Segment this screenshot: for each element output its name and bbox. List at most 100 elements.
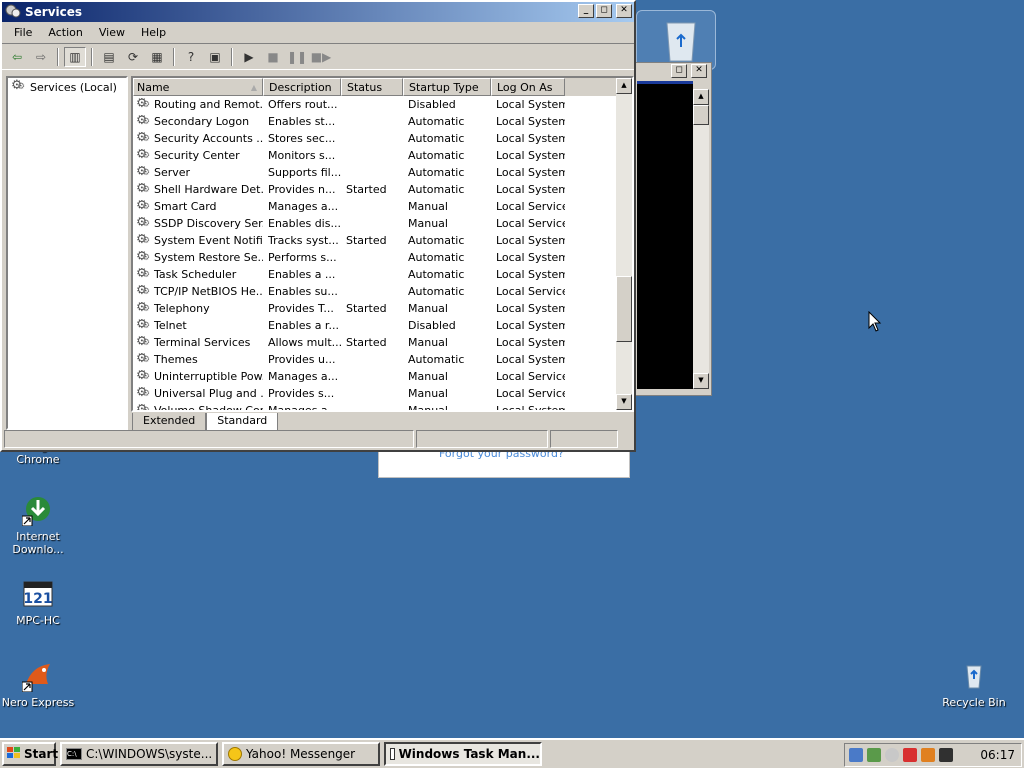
scroll-down-icon[interactable]: ▼ bbox=[616, 394, 632, 410]
antivirus-icon[interactable] bbox=[903, 748, 917, 762]
close-icon[interactable]: ✕ bbox=[616, 4, 632, 18]
tray-app-icon[interactable] bbox=[921, 748, 935, 762]
table-row[interactable]: Security Accounts ... Stores sec... Automa… bbox=[133, 130, 632, 147]
toolbar-separator bbox=[231, 47, 233, 66]
table-row[interactable]: Telephony Provides T... Started Manual Local… bbox=[133, 300, 632, 317]
table-row[interactable]: Telnet Enables a r... Disabled Local System bbox=[133, 317, 632, 334]
table-row[interactable]: Universal Plug and ... Provides s... Manua… bbox=[133, 385, 632, 402]
column-header-log-on-as[interactable]: Log On As bbox=[491, 78, 565, 96]
column-header-description[interactable]: Description bbox=[263, 78, 341, 96]
scroll-up-icon[interactable]: ▲ bbox=[616, 78, 632, 94]
network-icon[interactable] bbox=[849, 748, 863, 762]
recycle-bin-large-icon bbox=[661, 17, 701, 66]
tab-standard[interactable]: Standard bbox=[206, 413, 279, 431]
column-header-label: Name bbox=[137, 80, 170, 94]
console-scrollbar[interactable]: ▲ ▼ bbox=[693, 89, 709, 389]
recycle-bin-icon bbox=[958, 660, 990, 692]
scroll-up-icon[interactable]: ▲ bbox=[693, 89, 709, 105]
service-name: Uninterruptible Pow... bbox=[154, 370, 263, 383]
desktop-icon-mpc-hc[interactable]: 121 MPC-HC bbox=[0, 578, 76, 627]
export-list-icon[interactable]: ▦ bbox=[146, 47, 168, 67]
table-row[interactable]: Smart Card Manages a... Manual Local Servic… bbox=[133, 198, 632, 215]
service-name: System Restore Se... bbox=[154, 251, 263, 264]
table-row[interactable]: Themes Provides u... Automatic Local System bbox=[133, 351, 632, 368]
menu-view[interactable]: View bbox=[91, 24, 133, 41]
table-row[interactable]: Terminal Services Allows mult... Started Ma… bbox=[133, 334, 632, 351]
table-row[interactable]: SSDP Discovery Ser... Enables dis... Manua… bbox=[133, 215, 632, 232]
table-row[interactable]: System Event Notifi... Tracks syst... Star… bbox=[133, 232, 632, 249]
table-row[interactable]: TCP/IP NetBIOS He... Enables su... Automat… bbox=[133, 283, 632, 300]
tray-misc-icon[interactable] bbox=[939, 748, 953, 762]
console-view-icon[interactable]: ▣ bbox=[204, 47, 226, 67]
cell-name: Task Scheduler bbox=[133, 268, 263, 282]
cell-startup-type: Automatic bbox=[408, 115, 465, 128]
cell-startup-type: Automatic bbox=[408, 268, 465, 281]
desktop-icon-recycle-bin[interactable]: Recycle Bin bbox=[936, 660, 1012, 709]
start-label: Start bbox=[24, 747, 59, 761]
table-row[interactable]: Volume Shadow Copy Manages a... Manual Loca… bbox=[133, 402, 632, 411]
table-row[interactable]: Security Center Monitors s... Automatic Loc… bbox=[133, 147, 632, 164]
cell-description: Manages a... bbox=[268, 370, 339, 383]
cell-log-on-as: Local System bbox=[496, 132, 565, 145]
cell-startup-type: Manual bbox=[408, 200, 448, 213]
stop-service-icon[interactable]: ■ bbox=[262, 47, 284, 67]
cell-status: Started bbox=[346, 302, 387, 315]
console-tree: Services (Local) bbox=[6, 76, 128, 430]
start-button[interactable]: Start bbox=[2, 742, 59, 766]
start-service-icon[interactable]: ▶ bbox=[238, 47, 260, 67]
taskbar-item-cmd[interactable]: C:\ C:\WINDOWS\syste... bbox=[60, 742, 218, 766]
table-row[interactable]: Task Scheduler Enables a ... Automatic Loca… bbox=[133, 266, 632, 283]
table-row[interactable]: Uninterruptible Pow... Manages a... Manual… bbox=[133, 368, 632, 385]
desktop-icon-internet-download[interactable]: Internet Downlo... bbox=[0, 494, 76, 556]
menu-action[interactable]: Action bbox=[40, 24, 90, 41]
clock[interactable]: 06:17 bbox=[980, 748, 1015, 762]
taskbar-item-task-manager[interactable]: Windows Task Man... bbox=[384, 742, 542, 766]
background-login-panel: Forgot your password? bbox=[378, 447, 630, 478]
table-row[interactable]: Secondary Logon Enables st... Automatic Loc… bbox=[133, 113, 632, 130]
cell-startup-type: Manual bbox=[408, 336, 448, 349]
restore-icon[interactable]: ◻ bbox=[671, 64, 687, 78]
menu-help[interactable]: Help bbox=[133, 24, 174, 41]
maximize-icon[interactable]: ◻ bbox=[596, 4, 612, 18]
list-vertical-scrollbar[interactable]: ▲ ▼ bbox=[616, 78, 632, 410]
background-console-window[interactable]: ◻ ✕ ▲ ▼ bbox=[634, 62, 712, 396]
safely-remove-icon[interactable] bbox=[867, 748, 881, 762]
column-header-status[interactable]: Status bbox=[341, 78, 403, 96]
desktop-icon-nero-express[interactable]: Nero Express bbox=[0, 660, 76, 709]
scroll-down-icon[interactable]: ▼ bbox=[693, 373, 709, 389]
cell-description: Provides n... bbox=[268, 183, 336, 196]
menu-bar: File Action View Help bbox=[2, 22, 634, 44]
column-header-name[interactable]: Name ▲ bbox=[133, 78, 263, 96]
list-header: Name ▲ Description Status Startup Type L… bbox=[133, 78, 632, 96]
taskbar-item-label: C:\WINDOWS\syste... bbox=[86, 747, 213, 761]
tree-item-services-local[interactable]: Services (Local) bbox=[8, 78, 126, 96]
table-row[interactable]: System Restore Se... Performs s... Automat… bbox=[133, 249, 632, 266]
scroll-thumb[interactable] bbox=[616, 276, 632, 342]
cell-description: Provides u... bbox=[268, 353, 336, 366]
back-arrow-icon[interactable]: ⇦ bbox=[6, 47, 28, 67]
table-row[interactable]: Routing and Remot... Offers rout... Disabl… bbox=[133, 96, 632, 113]
tab-extended[interactable]: Extended bbox=[132, 413, 207, 431]
help-icon[interactable]: ? bbox=[180, 47, 202, 67]
yahoo-tray-icon[interactable] bbox=[885, 748, 899, 762]
scroll-thumb[interactable] bbox=[693, 105, 709, 125]
minimize-icon[interactable]: _ bbox=[578, 4, 594, 18]
forward-arrow-icon[interactable]: ⇨ bbox=[30, 47, 52, 67]
service-name: Smart Card bbox=[154, 200, 217, 213]
services-titlebar[interactable]: Services _ ◻ ✕ bbox=[2, 2, 634, 22]
table-row[interactable]: Server Supports fil... Automatic Local Syst… bbox=[133, 164, 632, 181]
menu-file[interactable]: File bbox=[6, 24, 40, 41]
cell-description: Provides T... bbox=[268, 302, 334, 315]
service-gear-icon bbox=[136, 217, 152, 231]
refresh-icon[interactable]: ⟳ bbox=[122, 47, 144, 67]
close-icon[interactable]: ✕ bbox=[691, 64, 707, 78]
services-list: Name ▲ Description Status Startup Type L… bbox=[131, 76, 634, 412]
table-row[interactable]: Shell Hardware Det... Provides n... Starte… bbox=[133, 181, 632, 198]
show-hide-tree-icon[interactable]: ▥ bbox=[64, 46, 86, 67]
restart-service-icon[interactable]: ■▶ bbox=[310, 47, 332, 67]
taskbar-item-yahoo-messenger[interactable]: Yahoo! Messenger bbox=[222, 742, 380, 766]
column-header-startup-type[interactable]: Startup Type bbox=[403, 78, 491, 96]
pause-service-icon[interactable]: ❚❚ bbox=[286, 47, 308, 67]
cell-log-on-as: Local Service bbox=[496, 370, 565, 383]
properties-icon[interactable]: ▤ bbox=[98, 47, 120, 67]
